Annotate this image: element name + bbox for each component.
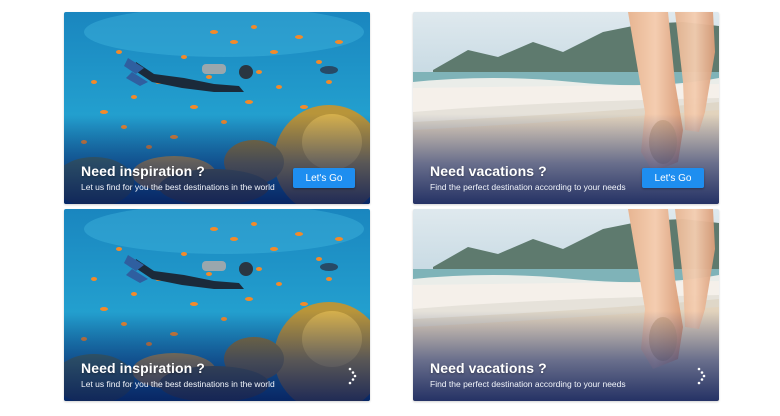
lets-go-button[interactable]: Let's Go	[642, 168, 704, 188]
vacations-card[interactable]: Need vacations ? Find the perfect destin…	[413, 209, 719, 401]
more-dots-icon[interactable]	[695, 365, 707, 385]
inspiration-card[interactable]: Need inspiration ? Let us find for you t…	[64, 12, 370, 204]
card-subtitle: Let us find for you the best destination…	[81, 379, 275, 389]
vacations-card[interactable]: Need vacations ? Find the perfect destin…	[413, 12, 719, 204]
card-title: Need vacations ?	[430, 163, 547, 179]
card-title: Need inspiration ?	[81, 163, 205, 179]
lets-go-button[interactable]: Let's Go	[293, 168, 355, 188]
more-dots-icon[interactable]	[346, 365, 358, 385]
card-subtitle: Find the perfect destination according t…	[430, 182, 626, 192]
inspiration-card[interactable]: Need inspiration ? Let us find for you t…	[64, 209, 370, 401]
card-subtitle: Find the perfect destination according t…	[430, 379, 626, 389]
card-title: Need vacations ?	[430, 360, 547, 376]
card-title: Need inspiration ?	[81, 360, 205, 376]
card-subtitle: Let us find for you the best destination…	[81, 182, 275, 192]
